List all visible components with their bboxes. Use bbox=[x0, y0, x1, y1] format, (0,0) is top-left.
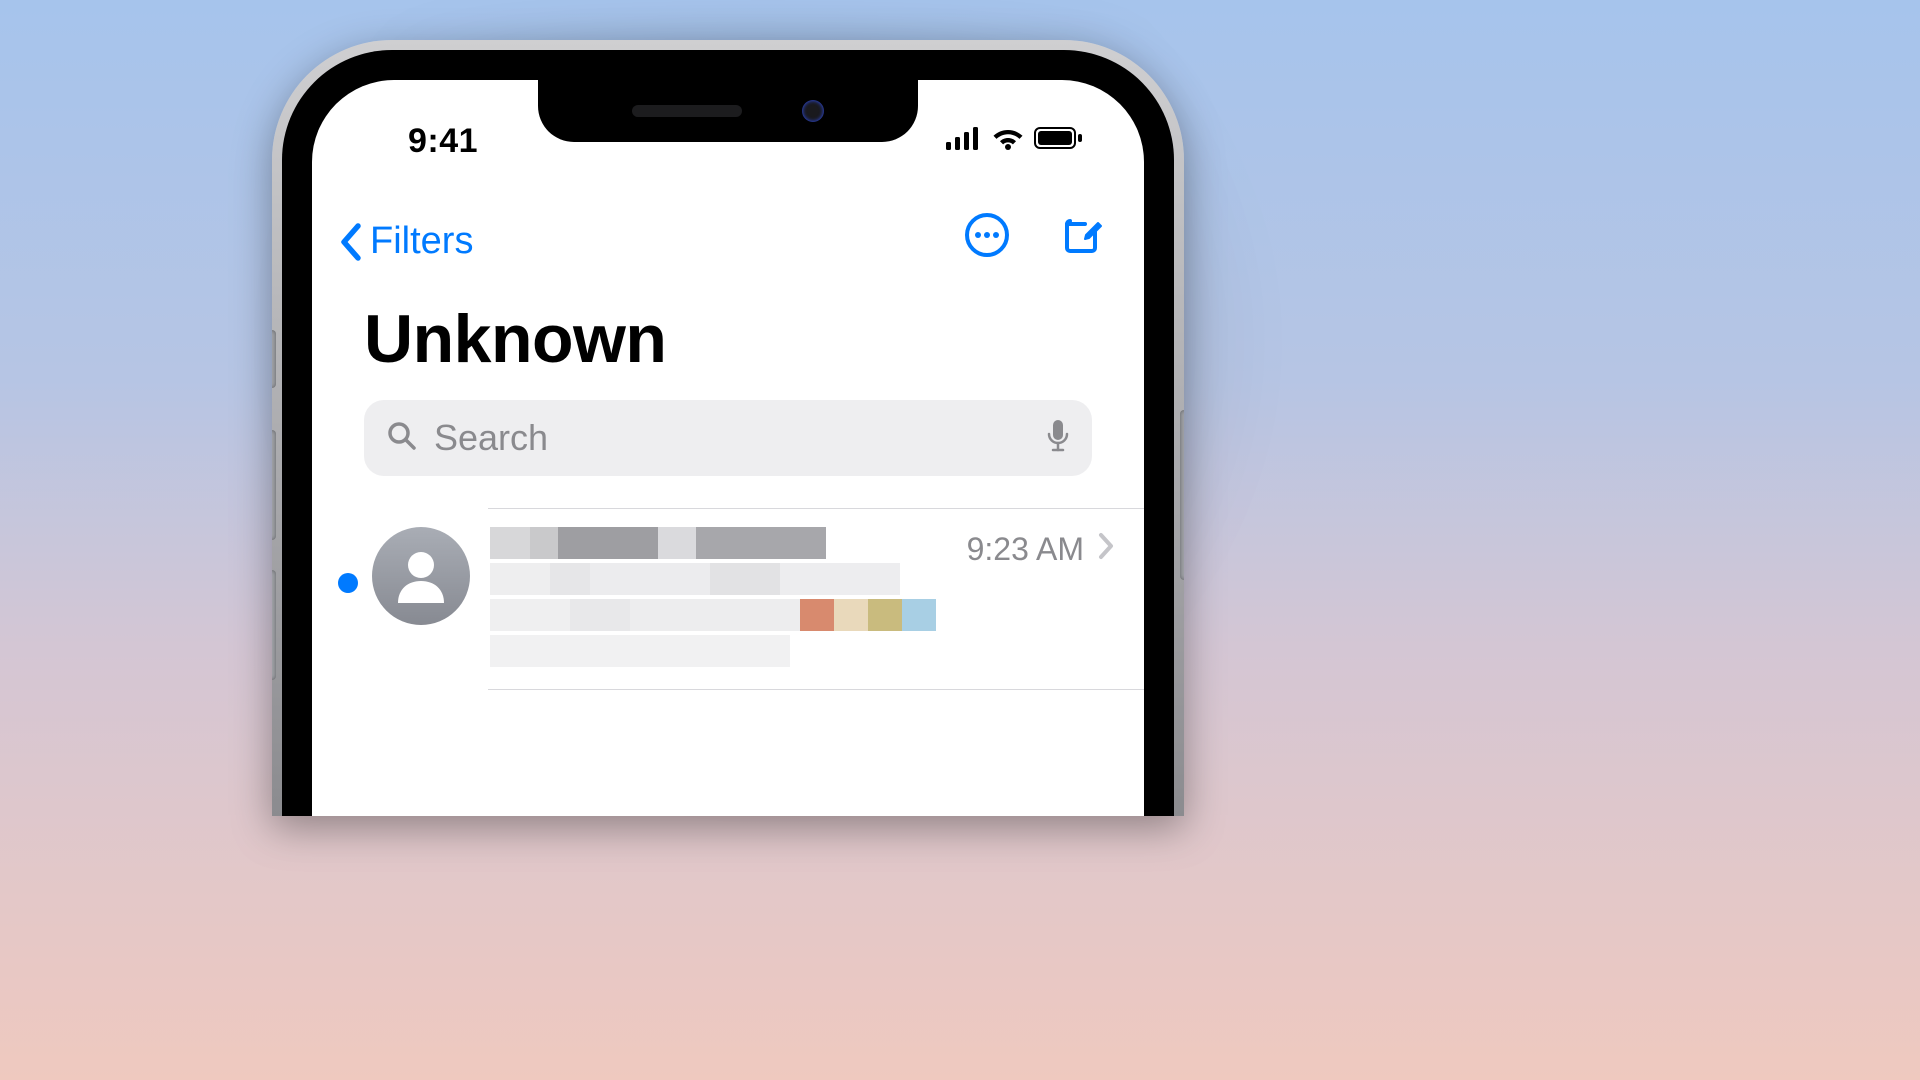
message-list: 9:23 AM bbox=[312, 508, 1144, 690]
speaker-grille bbox=[632, 105, 742, 117]
search-icon bbox=[386, 420, 418, 457]
back-button[interactable]: Filters bbox=[338, 220, 473, 263]
front-camera bbox=[802, 100, 824, 122]
battery-icon bbox=[1034, 126, 1084, 150]
status-bar: 9:41 bbox=[312, 122, 1144, 162]
page-title: Unknown bbox=[364, 300, 666, 378]
avatar bbox=[372, 527, 470, 625]
search-field[interactable] bbox=[364, 400, 1092, 476]
person-icon bbox=[390, 543, 452, 610]
compose-icon bbox=[1058, 212, 1104, 263]
status-time: 9:41 bbox=[408, 122, 478, 161]
nav-bar: Filters bbox=[312, 210, 1144, 280]
message-row[interactable]: 9:23 AM bbox=[312, 509, 1144, 689]
phone-screen: 9:41 Fil bbox=[312, 80, 1144, 816]
search-input[interactable] bbox=[432, 416, 1032, 460]
power-button[interactable] bbox=[1180, 410, 1184, 580]
message-meta: 9:23 AM bbox=[967, 531, 1114, 568]
compose-button[interactable] bbox=[1058, 214, 1104, 260]
message-body-redacted bbox=[490, 527, 951, 671]
chevron-right-icon bbox=[1098, 531, 1114, 568]
volume-up-button[interactable] bbox=[272, 430, 276, 540]
more-button[interactable] bbox=[964, 214, 1010, 260]
phone-frame: 9:41 Fil bbox=[272, 40, 1184, 816]
chevron-left-icon bbox=[338, 222, 362, 262]
phone-bezel: 9:41 Fil bbox=[282, 50, 1174, 816]
status-indicators bbox=[946, 126, 1084, 150]
wifi-icon bbox=[992, 126, 1024, 150]
ellipsis-circle-icon bbox=[964, 212, 1010, 263]
microphone-icon[interactable] bbox=[1046, 418, 1070, 459]
volume-down-button[interactable] bbox=[272, 570, 276, 680]
cellular-icon bbox=[946, 126, 982, 150]
list-separator bbox=[488, 689, 1144, 690]
mute-switch[interactable] bbox=[272, 330, 276, 388]
unread-dot bbox=[338, 573, 358, 593]
message-time: 9:23 AM bbox=[967, 531, 1084, 568]
back-label: Filters bbox=[370, 220, 473, 263]
